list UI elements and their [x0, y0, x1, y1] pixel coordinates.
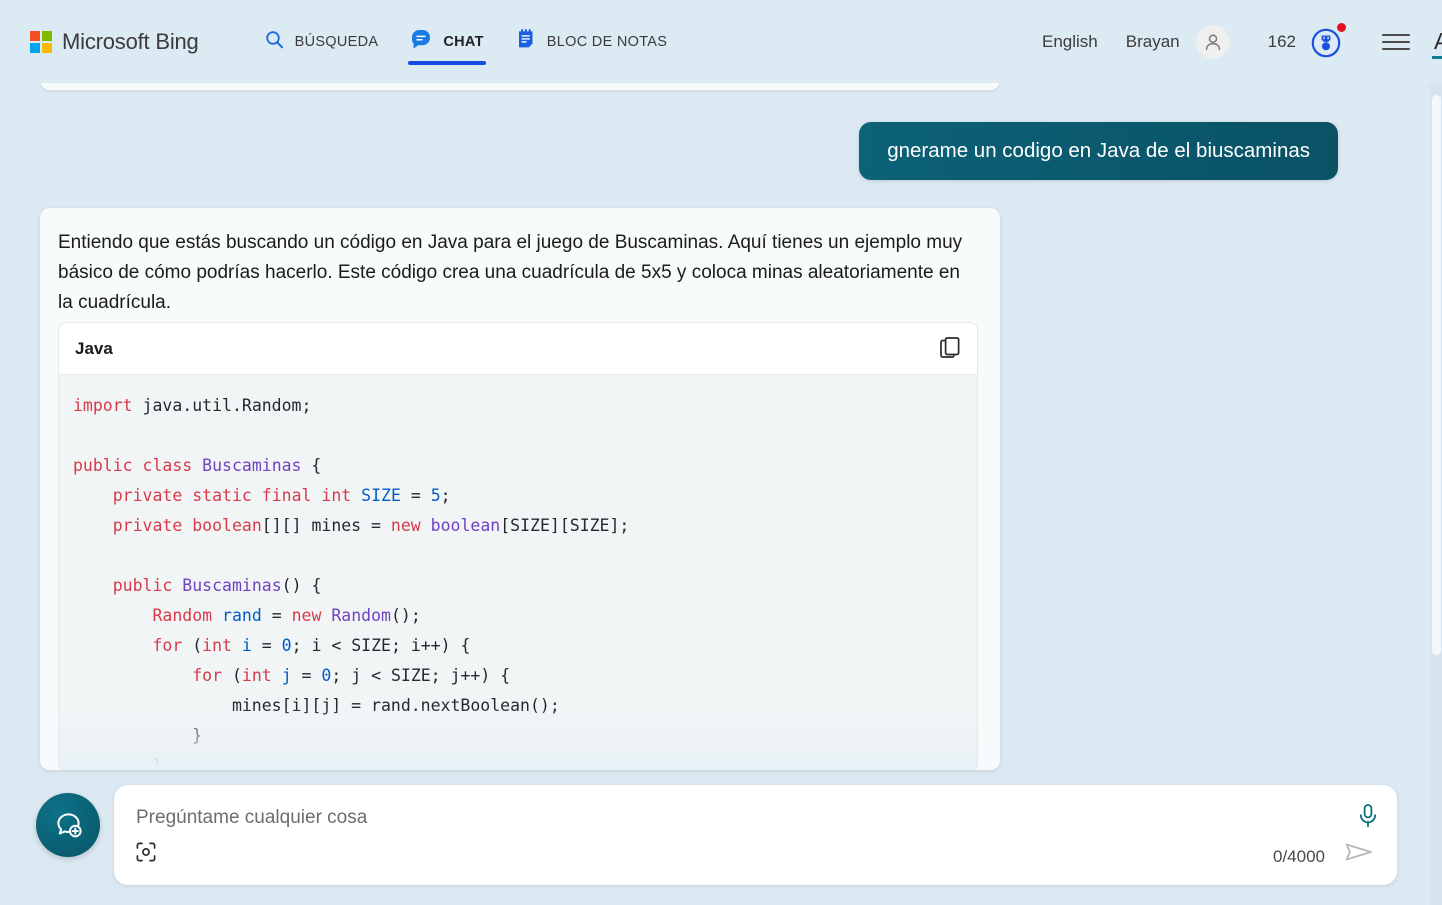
copy-icon[interactable] — [940, 337, 961, 360]
message-composer: 0/4000 — [114, 785, 1397, 885]
search-icon — [265, 30, 284, 54]
visual-search-camera-icon[interactable] — [134, 840, 158, 869]
page-scrollbar[interactable] — [1430, 0, 1442, 905]
bing-chat-page: gnerame un codigo en Java de el biuscami… — [0, 0, 1442, 905]
user-message-row: gnerame un codigo en Java de el biuscami… — [0, 122, 1400, 180]
header-right-controls: English Brayan 162 — [1042, 22, 1442, 61]
assistant-message-card: Entiendo que estás buscando un código en… — [40, 208, 1000, 770]
rewards-medal-icon[interactable] — [1308, 22, 1346, 61]
new-chat-bubble-plus-icon[interactable] — [36, 793, 100, 857]
code-block-header: Java — [59, 323, 977, 375]
nav-item-busqueda[interactable]: BÚSQUEDA — [249, 0, 395, 83]
search-input[interactable] — [136, 807, 1316, 829]
top-header-bar: Microsoft Bing BÚSQUEDA CHAT BLOC DE NOT… — [0, 0, 1442, 83]
nav-label-bloc-de-notas: BLOC DE NOTAS — [546, 33, 668, 50]
nav-item-chat[interactable]: CHAT — [394, 0, 499, 83]
brand-logo[interactable]: Microsoft Bing — [30, 29, 199, 55]
user-message-bubble: gnerame un codigo en Java de el biuscami… — [859, 122, 1338, 180]
character-counter: 0/4000 — [1273, 847, 1325, 866]
nav-label-chat: CHAT — [443, 33, 484, 50]
nav-label-busqueda: BÚSQUEDA — [294, 33, 379, 50]
hamburger-menu-icon[interactable] — [1382, 33, 1410, 50]
user-name-label[interactable]: Brayan — [1126, 32, 1180, 52]
scrollbar-thumb[interactable] — [1432, 95, 1441, 655]
chat-scroll-area[interactable]: gnerame un codigo en Java de el biuscami… — [0, 0, 1428, 778]
code-language-label: Java — [75, 338, 113, 358]
notification-dot — [1337, 22, 1346, 32]
nav-item-bloc-de-notas[interactable]: BLOC DE NOTAS — [500, 0, 683, 83]
chat-bubble-icon — [410, 28, 432, 55]
avatar[interactable] — [1195, 24, 1230, 59]
cut-off-edge-underline — [1432, 56, 1442, 59]
brand-name: Microsoft Bing — [62, 28, 199, 54]
composer-bar: 0/4000 — [0, 777, 1442, 905]
code-content[interactable]: import java.util.Random; public class Bu… — [59, 375, 977, 770]
language-selector[interactable]: English — [1042, 32, 1098, 52]
microphone-icon[interactable] — [1357, 803, 1379, 834]
send-paper-plane-icon[interactable] — [1343, 838, 1375, 871]
microsoft-logo-icon — [30, 30, 52, 53]
code-block: Java import java.util.Random; public cla… — [58, 322, 978, 770]
notepad-icon — [516, 28, 536, 55]
assistant-message-text: Entiendo que estás buscando un código en… — [58, 232, 963, 313]
rewards-points-count: 162 — [1267, 31, 1296, 51]
primary-nav: BÚSQUEDA CHAT BLOC DE NOTAS — [249, 0, 684, 83]
cut-off-edge-letter: A — [1434, 28, 1442, 54]
